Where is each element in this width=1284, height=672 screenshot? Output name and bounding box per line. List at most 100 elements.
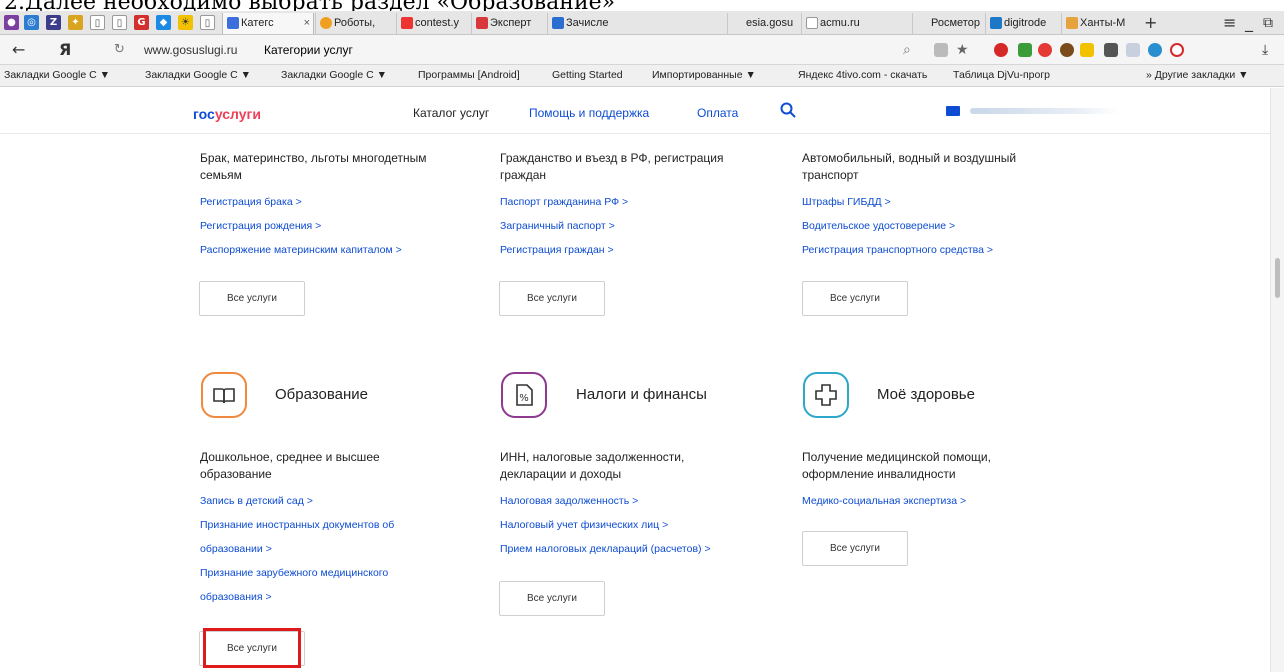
url-host[interactable]: www.gosuslugi.ru bbox=[144, 43, 237, 57]
menu-icon[interactable]: ≡ bbox=[1223, 13, 1236, 33]
bookmark-folder[interactable]: Закладки Google С ▼ bbox=[145, 69, 251, 81]
minimize-icon[interactable]: _ bbox=[1245, 13, 1253, 33]
bookmark-item[interactable]: Яндекс bbox=[798, 69, 833, 81]
tab-favicon-icon bbox=[552, 17, 564, 29]
nav-catalog[interactable]: Каталог услуг bbox=[413, 106, 489, 120]
tab-robots[interactable]: Роботы, bbox=[315, 13, 395, 34]
pinned-tab-icon[interactable]: ✦ bbox=[68, 15, 83, 30]
bookmark-folder[interactable]: Закладки Google С ▼ bbox=[4, 69, 110, 81]
category-description: Получение медицинской помощи, оформление… bbox=[802, 450, 991, 481]
logo-part1: гос bbox=[193, 106, 215, 122]
gosuslugi-logo[interactable]: госуслуги bbox=[193, 106, 261, 122]
service-link[interactable]: Налоговый учет физических лиц > bbox=[500, 519, 760, 532]
blank-page-icon[interactable]: ▯ bbox=[90, 15, 105, 30]
service-link[interactable]: Водительское удостоверение > bbox=[802, 220, 1062, 233]
scroll-thumb[interactable] bbox=[1275, 258, 1280, 298]
service-link[interactable]: Регистрация брака > bbox=[200, 196, 460, 209]
bookmark-item[interactable]: Таблица DjVu-прогр bbox=[953, 69, 1050, 81]
tab-acmu[interactable]: acmu.ru bbox=[801, 13, 901, 34]
new-tab-button[interactable]: + bbox=[1144, 13, 1157, 33]
service-link[interactable]: образовании > bbox=[200, 543, 460, 556]
category-education: Дошкольное, среднее и высшее образование… bbox=[200, 449, 460, 604]
all-services-button[interactable]: Все услуги bbox=[802, 281, 908, 316]
url-page-title[interactable]: Категории услуг bbox=[264, 43, 353, 57]
user-name-blurred[interactable] bbox=[970, 108, 1120, 114]
yandex-extension-icon[interactable] bbox=[1038, 43, 1052, 57]
service-link[interactable]: Признание зарубежного медицинского bbox=[200, 567, 460, 580]
page-scrollbar[interactable] bbox=[1270, 88, 1284, 672]
tab-contest[interactable]: contest.y bbox=[396, 13, 470, 34]
tab-digitrode[interactable]: digitrode bbox=[985, 13, 1060, 34]
tab-khanty[interactable]: Ханты-М bbox=[1061, 13, 1133, 34]
tab-categories[interactable]: Категс × bbox=[222, 13, 314, 34]
pinned-tab-icon[interactable]: G bbox=[134, 15, 149, 30]
firefox-icon[interactable]: ● bbox=[4, 15, 19, 30]
cloud-icon[interactable] bbox=[1148, 43, 1162, 57]
medical-cross-icon[interactable] bbox=[803, 372, 849, 418]
extension-icon[interactable] bbox=[1126, 43, 1140, 57]
reader-mode-icon[interactable] bbox=[934, 43, 948, 57]
all-services-button[interactable]: Все услуги bbox=[499, 581, 605, 616]
nav-payment[interactable]: Оплата bbox=[697, 106, 738, 120]
reload-icon[interactable]: ↻ bbox=[114, 41, 125, 59]
service-link[interactable]: Прием налоговых деклараций (расчетов) > bbox=[500, 543, 760, 556]
tab-expert[interactable]: Эксперт bbox=[471, 13, 546, 34]
service-link[interactable]: Штрафы ГИБДД > bbox=[802, 196, 1062, 209]
adblock-icon[interactable] bbox=[994, 43, 1008, 57]
service-link[interactable]: Регистрация транспортного средства > bbox=[802, 244, 1062, 257]
extension-icon[interactable] bbox=[1018, 43, 1032, 57]
service-link[interactable]: Запись в детский сад > bbox=[200, 495, 460, 508]
bookmark-folder[interactable]: Импортированные ▼ bbox=[652, 69, 756, 81]
back-arrow-icon[interactable]: ← bbox=[12, 41, 25, 59]
tab-enrollment[interactable]: Зачисле bbox=[547, 13, 626, 34]
search-icon[interactable]: ⌕ bbox=[903, 41, 911, 59]
blank-page-icon[interactable]: ▯ bbox=[200, 15, 215, 30]
bookmark-star-icon[interactable]: ★ bbox=[956, 41, 969, 59]
bookmark-folder[interactable]: Закладки Google С ▼ bbox=[281, 69, 387, 81]
category-title-taxes[interactable]: Налоги и финансы bbox=[576, 386, 707, 403]
category-title-education[interactable]: Образование bbox=[275, 386, 368, 403]
highlight-annotation bbox=[203, 628, 301, 668]
other-bookmarks[interactable]: » Другие закладки ▼ bbox=[1146, 69, 1249, 81]
yandex-home-icon[interactable]: Я bbox=[59, 41, 71, 59]
all-services-button[interactable]: Все услуги bbox=[499, 281, 605, 316]
service-link[interactable]: Регистрация рождения > bbox=[200, 220, 460, 233]
blank-page-icon[interactable]: ▯ bbox=[112, 15, 127, 30]
service-link[interactable]: Регистрация граждан > bbox=[500, 244, 760, 257]
restore-window-icon[interactable]: ⧉ bbox=[1263, 13, 1273, 33]
tab-favicon-icon bbox=[1066, 17, 1078, 29]
service-link[interactable]: образования > bbox=[200, 591, 460, 604]
nav-help[interactable]: Помощь и поддержка bbox=[529, 106, 649, 120]
pinned-tab-icon[interactable]: Z bbox=[46, 15, 61, 30]
pinned-tab-icon[interactable]: ◆ bbox=[156, 15, 171, 30]
extension-icon[interactable] bbox=[1080, 43, 1094, 57]
service-link[interactable]: Заграничный паспорт > bbox=[500, 220, 760, 233]
tab-rosmetor[interactable]: Росметор bbox=[912, 13, 984, 34]
bookmark-item[interactable]: Getting Started bbox=[552, 69, 623, 81]
pinned-tab-icon[interactable]: ◎ bbox=[24, 15, 39, 30]
tab-esia[interactable]: esia.gosu bbox=[727, 13, 800, 34]
download-icon[interactable]: ⤓ bbox=[1262, 41, 1268, 59]
service-link[interactable]: Признание иностранных документов об bbox=[200, 519, 460, 532]
gosuslugi-favicon-icon bbox=[227, 17, 239, 29]
close-tab-icon[interactable]: × bbox=[304, 13, 310, 34]
extension-icon[interactable] bbox=[1060, 43, 1074, 57]
pinned-tab-icon[interactable]: ☀ bbox=[178, 15, 193, 30]
all-services-button[interactable]: Все услуги bbox=[802, 531, 908, 566]
pocket-icon[interactable] bbox=[1104, 43, 1118, 57]
mail-icon[interactable] bbox=[946, 106, 960, 116]
tax-document-icon[interactable]: % bbox=[501, 372, 547, 418]
service-link[interactable]: Распоряжение материнским капиталом > bbox=[200, 244, 460, 257]
category-title-health[interactable]: Моё здоровье bbox=[877, 386, 975, 403]
tab-label: contest.y bbox=[415, 17, 460, 29]
service-link[interactable]: Налоговая задолженность > bbox=[500, 495, 760, 508]
bookmark-item[interactable]: Программы [Android] bbox=[418, 69, 520, 81]
adblock-plus-icon[interactable] bbox=[1170, 43, 1184, 57]
category-taxes: ИНН, налоговые задолженности, декларации… bbox=[500, 449, 760, 556]
all-services-button[interactable]: Все услуги bbox=[199, 281, 305, 316]
search-icon[interactable] bbox=[780, 102, 796, 123]
service-link[interactable]: Паспорт гражданина РФ > bbox=[500, 196, 760, 209]
service-link[interactable]: Медико-социальная экспертиза > bbox=[802, 495, 1062, 508]
bookmark-item[interactable]: 4tivo.com - скачать bbox=[836, 69, 927, 81]
book-icon[interactable] bbox=[201, 372, 247, 418]
